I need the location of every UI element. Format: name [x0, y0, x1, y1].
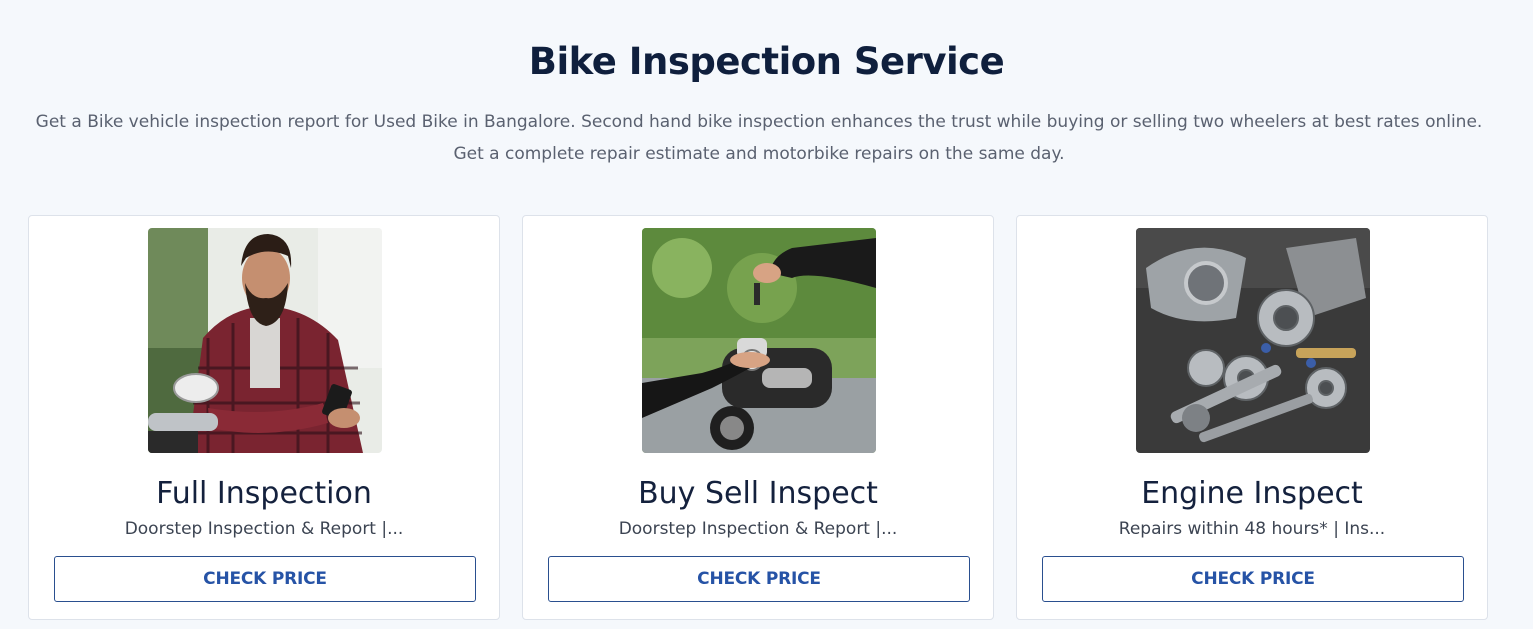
card-description: Doorstep Inspection & Report |... — [124, 519, 404, 539]
key-handover-motorbike-photo — [642, 228, 876, 453]
check-price-button[interactable]: CHECK PRICE — [54, 556, 476, 602]
card-title: Buy Sell Inspect — [638, 476, 878, 511]
service-card-engine-inspect[interactable]: Engine Inspect Repairs within 48 hours* … — [1016, 215, 1488, 620]
card-title: Full Inspection — [156, 476, 372, 511]
man-with-phone-on-motorbike-photo — [148, 228, 382, 453]
engine-gears-parts-photo — [1136, 228, 1370, 453]
section-title: Bike Inspection Service — [528, 40, 1005, 83]
card-title: Engine Inspect — [1141, 476, 1363, 511]
service-card-full-inspection[interactable]: Full Inspection Doorstep Inspection & Re… — [28, 215, 500, 620]
section-description: Get a Bike vehicle inspection report for… — [35, 112, 1483, 164]
check-price-button[interactable]: CHECK PRICE — [1042, 556, 1464, 602]
check-price-button[interactable]: CHECK PRICE — [548, 556, 970, 602]
bike-inspection-section: Bike Inspection Service Get a Bike vehic… — [0, 0, 1533, 629]
card-description: Doorstep Inspection & Report |... — [618, 519, 898, 539]
card-description: Repairs within 48 hours* | Ins... — [1118, 519, 1386, 539]
service-card-buy-sell-inspect[interactable]: Buy Sell Inspect Doorstep Inspection & R… — [522, 215, 994, 620]
